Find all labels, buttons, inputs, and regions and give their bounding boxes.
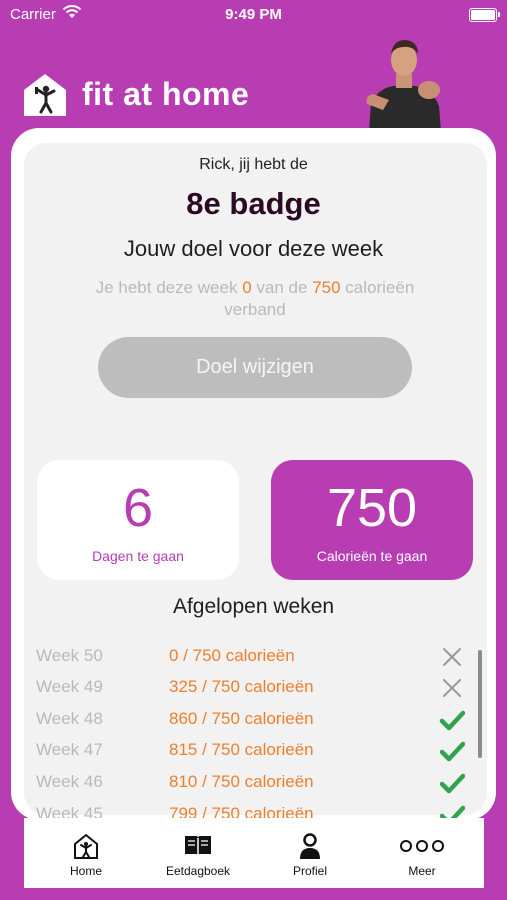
week-row: Week 46 810 / 750 calorieën (24, 766, 487, 798)
week-label: Week 45 (36, 804, 103, 818)
burned-calories-value: 0 (242, 278, 252, 297)
boxer-illustration (366, 40, 441, 132)
days-remaining-label: Dagen te gaan (92, 548, 184, 564)
days-remaining-card: 6 Dagen te gaan (37, 460, 239, 580)
tab-home[interactable]: Home (36, 828, 136, 878)
checkmark-icon (439, 805, 465, 818)
past-weeks-heading: Afgelopen weken (172, 595, 335, 618)
days-remaining-value: 6 (122, 478, 154, 538)
week-calories: 860 / 750 calorieën (169, 709, 314, 728)
tab-label: Home (69, 864, 102, 878)
checkmark-icon (439, 710, 465, 731)
tab-eetdagboek[interactable]: Eetdagboek (148, 828, 248, 878)
calories-remaining-card: 750 Calorieën te gaan (271, 460, 473, 580)
tab-bar: Home Eetdagboek Profiel Meer (24, 818, 484, 888)
app-logo-icon (24, 74, 66, 116)
badge-title: 8e badge (186, 186, 321, 221)
week-row: Week 47 815 / 750 calorieën (24, 734, 487, 766)
week-calories: 0 / 750 calorieën (169, 646, 295, 665)
goal-desc-middle: van de (256, 278, 308, 297)
week-label: Week 47 (36, 740, 103, 759)
change-goal-button[interactable]: Doel wijzigen (98, 337, 412, 398)
calories-remaining-value: 750 (326, 478, 418, 538)
checkmark-icon (439, 773, 465, 794)
cross-icon (443, 648, 461, 666)
tab-label: Meer (408, 864, 436, 878)
week-label: Week 50 (36, 646, 103, 665)
home-icon (74, 833, 98, 859)
cross-icon (443, 679, 461, 697)
week-row: Week 48 860 / 750 calorieën (24, 703, 487, 735)
week-row: Week 50 0 / 750 calorieën (24, 640, 487, 672)
tab-label: Profiel (292, 864, 327, 878)
week-calories: 810 / 750 calorieën (169, 772, 314, 791)
book-icon (185, 836, 211, 856)
checkmark-icon (439, 741, 465, 762)
battery-icon (469, 8, 500, 22)
weekly-goal-heading: Jouw doel voor deze week (123, 236, 384, 261)
clock: 9:49 PM (225, 6, 282, 23)
week-row: Week 49 325 / 750 calorieën (24, 671, 487, 703)
app-logo-text: fit at home (82, 76, 250, 112)
tab-profiel[interactable]: Profiel (260, 828, 360, 878)
weekly-goal-description: Je hebt deze week 0 van de 750 calorieën… (72, 277, 438, 321)
calories-remaining-label: Calorieën te gaan (316, 548, 428, 564)
past-weeks-list[interactable]: Week 50 0 / 750 calorieën Week 49 325 / … (24, 640, 487, 818)
week-label: Week 49 (36, 677, 103, 696)
greeting-text: Rick, jij hebt de (199, 156, 308, 173)
status-bar: Carrier 9:49 PM (0, 0, 507, 30)
week-calories: 325 / 750 calorieën (169, 677, 314, 696)
week-row: Week 45 799 / 750 calorieën (24, 798, 487, 818)
week-calories: 815 / 750 calorieën (169, 740, 314, 759)
week-calories: 799 / 750 calorieën (169, 804, 314, 818)
tab-label: Eetdagboek (165, 864, 231, 878)
person-icon (300, 833, 320, 859)
tab-meer[interactable]: Meer (372, 828, 472, 878)
more-icon (400, 840, 444, 852)
scrollbar[interactable] (478, 650, 482, 758)
week-label: Week 48 (36, 709, 103, 728)
goal-desc-prefix: Je hebt deze week (95, 278, 238, 297)
target-calories-value: 750 (312, 278, 341, 297)
week-label: Week 46 (36, 772, 103, 791)
